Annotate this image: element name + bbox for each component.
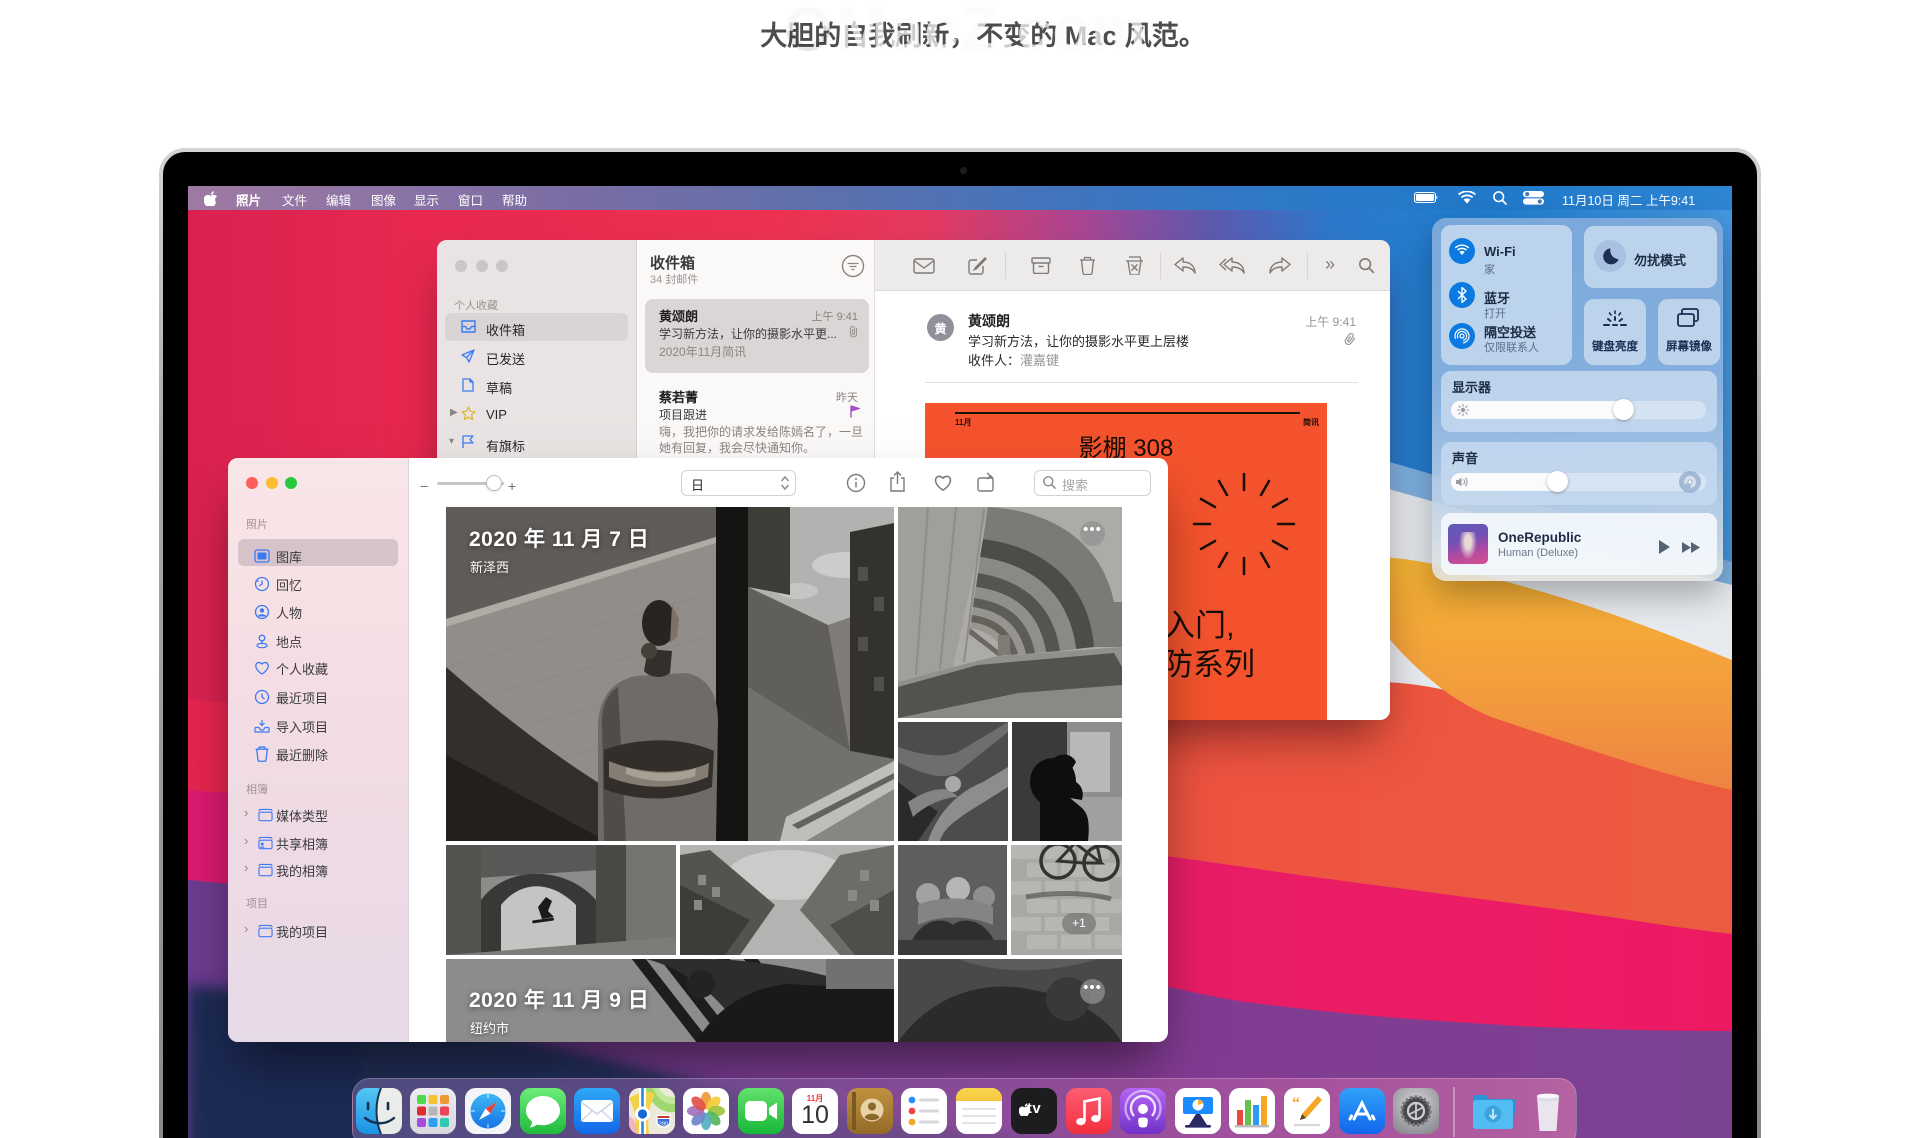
svg-text:280: 280 <box>659 1122 668 1128</box>
svg-text:“: “ <box>1292 1095 1300 1112</box>
